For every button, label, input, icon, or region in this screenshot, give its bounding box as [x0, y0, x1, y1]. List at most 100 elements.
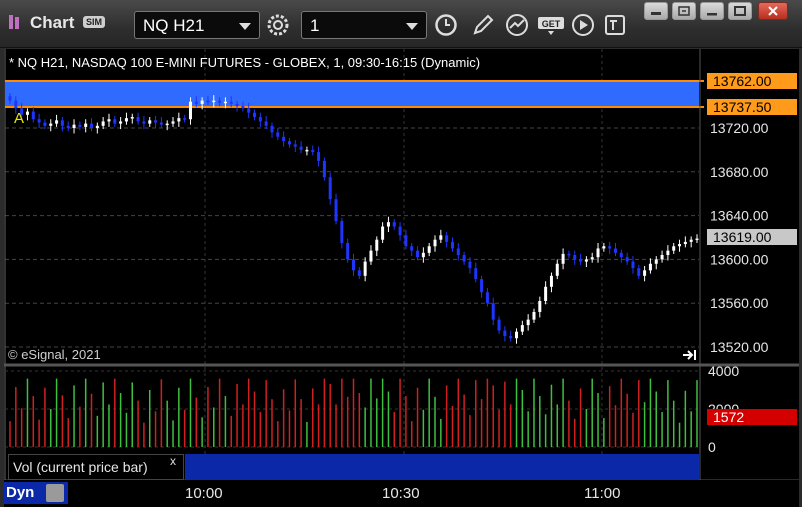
chevron-down-icon: [239, 23, 251, 30]
candle-body: [43, 122, 47, 126]
candle-body: [328, 177, 332, 200]
candle-body: [689, 239, 693, 242]
candle-body: [101, 121, 105, 126]
candle-body: [346, 242, 350, 260]
symbol-value: NQ H21: [143, 16, 205, 35]
volume-study-label[interactable]: Vol (current price bar): [8, 454, 184, 480]
candle-body: [643, 270, 647, 276]
template-button[interactable]: [600, 11, 630, 39]
candle-body: [369, 250, 373, 262]
candle-body: [672, 246, 676, 251]
candle-body: [427, 246, 431, 253]
candle-body: [480, 279, 484, 293]
candle-body: [678, 244, 682, 247]
chart-canvas[interactable]: A 13720.00 13680.00 13640.00 13600.00 13560.…: [4, 49, 799, 507]
chart-panel[interactable]: A 13720.00 13680.00 13640.00 13600.00 13560.…: [4, 49, 799, 507]
copyright-label: © eSignal, 2021: [8, 347, 101, 362]
candle-body: [608, 246, 612, 249]
get-data-button[interactable]: GET: [536, 11, 566, 39]
candle-body: [404, 235, 408, 247]
candle-body: [282, 136, 286, 142]
candle-body: [78, 124, 82, 127]
candle-body: [60, 120, 64, 126]
studies-button[interactable]: [502, 11, 532, 39]
candle-body: [188, 101, 192, 120]
last-volume-tag: 1572: [707, 409, 797, 425]
candle-body: [31, 111, 35, 120]
close-study-icon[interactable]: x: [170, 454, 176, 468]
candle-body: [14, 100, 18, 109]
interval-value: 1: [310, 16, 320, 35]
candle-body: [264, 121, 268, 126]
candle-body: [381, 226, 385, 240]
draw-tool-button[interactable]: [468, 11, 498, 39]
chart-header: * NQ H21, NASDAQ 100 E-MINI FUTURES - GL…: [9, 55, 481, 70]
candle-body: [416, 250, 420, 258]
candle-body: [95, 125, 99, 128]
range-low-tag: 13737.50: [707, 99, 797, 115]
candle-body: [130, 117, 134, 119]
candle-body: [456, 248, 460, 256]
candle-body: [590, 257, 594, 260]
candle-body: [148, 120, 152, 124]
template-icon: [605, 15, 625, 35]
candle-body: [579, 259, 583, 262]
candle-body: [66, 125, 70, 128]
candle-body: [526, 319, 530, 326]
candle-body: [258, 117, 262, 122]
link-button[interactable]: [672, 2, 696, 20]
candle-body: [485, 292, 489, 304]
candle-body: [90, 123, 94, 128]
candle-body: [72, 124, 76, 128]
candle-body: [247, 108, 251, 113]
candle-body: [654, 259, 658, 264]
candle-body: [200, 100, 204, 104]
lock-icon[interactable]: [46, 484, 64, 502]
time-template-button[interactable]: [431, 11, 461, 39]
candle-body: [450, 241, 454, 249]
minimize-button[interactable]: [700, 2, 724, 20]
candle-body: [334, 199, 338, 222]
close-icon: [768, 6, 778, 16]
candle-body: [276, 132, 280, 137]
candle-body: [584, 259, 588, 262]
candle-body: [549, 275, 553, 287]
symbol-combo[interactable]: NQ H21: [134, 11, 260, 39]
svg-text:GET: GET: [542, 19, 561, 29]
minimize-pane-button[interactable]: [644, 2, 668, 20]
price-tick-label: 13520.00: [710, 339, 769, 355]
candle-body: [567, 253, 571, 256]
candle-body: [683, 241, 687, 245]
candle-body: [433, 239, 437, 247]
candle-body: [49, 123, 53, 126]
candle-body: [293, 144, 297, 147]
scroll-to-end-icon[interactable]: [682, 348, 698, 362]
play-button[interactable]: [568, 11, 598, 39]
candle-body: [84, 123, 88, 127]
candle-body: [520, 325, 524, 332]
time-label-1030: 10:30: [382, 485, 420, 502]
candle-body: [538, 301, 542, 312]
candle-body: [637, 268, 641, 276]
candle-body: [631, 261, 635, 269]
candle-body: [340, 221, 344, 243]
range-high-tag: 13762.00: [707, 73, 797, 89]
candle-body: [311, 149, 315, 153]
candle-body: [253, 112, 257, 118]
volume-bars: [9, 378, 698, 447]
candle-body: [317, 152, 321, 161]
maximize-button[interactable]: [728, 2, 752, 20]
candle-body: [439, 235, 443, 240]
symbol-settings-button[interactable]: [263, 11, 293, 39]
candle-body: [532, 311, 536, 320]
candle-body: [410, 246, 414, 251]
interval-combo[interactable]: 1: [301, 11, 427, 39]
close-button[interactable]: [758, 2, 788, 20]
pencil-icon: [473, 14, 494, 35]
candle-body: [386, 222, 390, 227]
candle-body: [241, 106, 245, 109]
candle-body: [124, 118, 128, 122]
candle-body: [619, 252, 623, 258]
candle-body: [154, 120, 158, 123]
title-bar: Chart SIM NQ H21 1 GET: [0, 0, 802, 48]
